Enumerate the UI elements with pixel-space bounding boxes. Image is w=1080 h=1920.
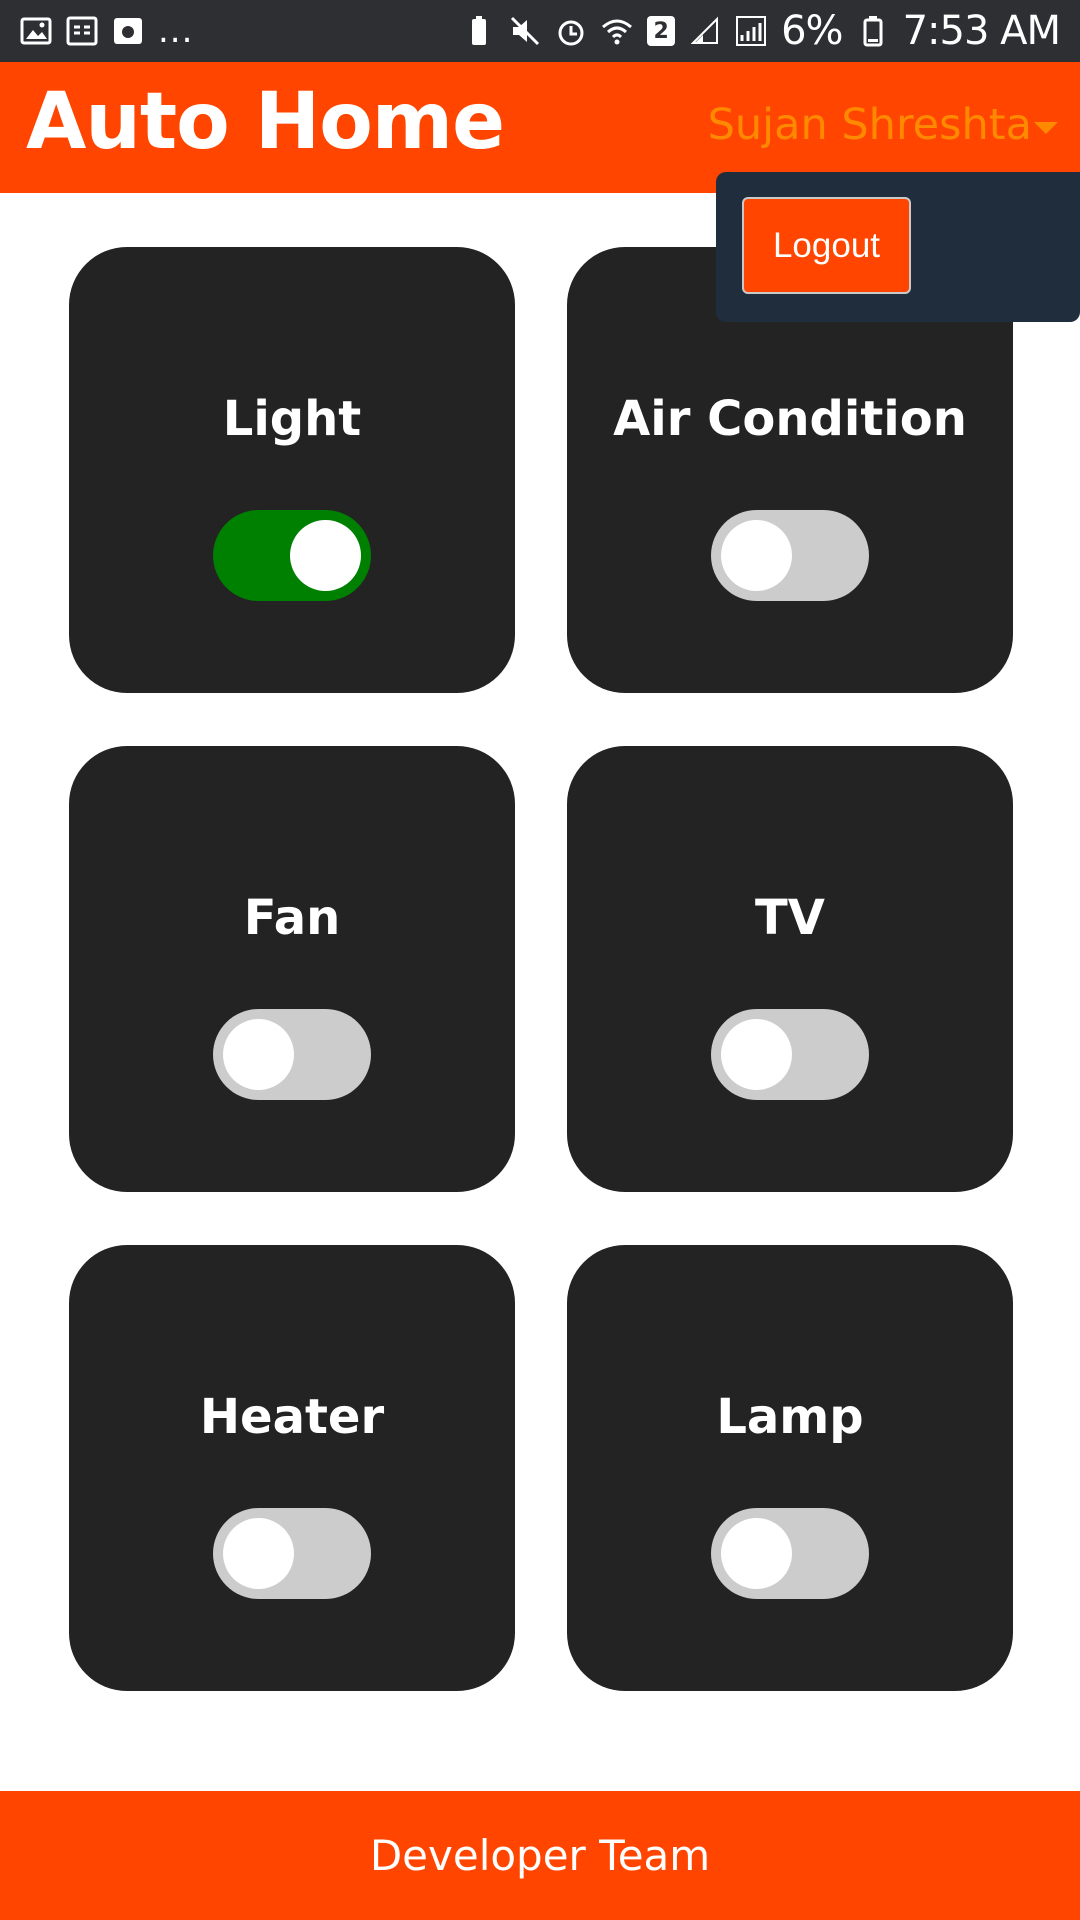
wifi-icon [602, 19, 633, 45]
user-menu-toggle[interactable]: Sujan Shreshta [708, 100, 1058, 150]
app-title: Auto Home [26, 77, 505, 167]
app-icon [114, 18, 142, 44]
device-card-lamp: Lamp [567, 1245, 1013, 1691]
device-toggle[interactable] [711, 510, 869, 601]
battery-icon [863, 16, 883, 47]
toggle-knob [223, 1019, 294, 1090]
device-name: Fan [243, 890, 341, 946]
device-grid: Light Air Condition Fan TV Heater Lamp [69, 247, 1015, 1691]
device-name: Heater [199, 1389, 385, 1445]
device-card-heater: Heater [69, 1245, 515, 1691]
user-name: Sujan Shreshta [707, 100, 1032, 150]
system-tray: 2 6% 7:53 AM [463, 8, 1061, 54]
toggle-knob [721, 1019, 792, 1090]
signal-icon [736, 16, 767, 46]
device-toggle[interactable] [213, 510, 371, 601]
battery-percent: 6% [781, 8, 843, 54]
toggle-knob [290, 520, 361, 591]
image-icon [20, 17, 52, 45]
clock: 7:53 AM [902, 8, 1061, 54]
calendar-icon [66, 16, 98, 46]
device-toggle[interactable] [213, 1009, 371, 1100]
mute-icon [511, 16, 540, 46]
sim-badge: 2 [647, 16, 676, 46]
device-toggle[interactable] [711, 1508, 869, 1599]
toggle-knob [721, 1518, 792, 1589]
device-name: TV [755, 890, 825, 946]
device-name: Lamp [716, 1389, 864, 1445]
device-name: Air Condition [613, 391, 967, 447]
device-card-tv: TV [567, 746, 1013, 1192]
signal-icon [690, 16, 719, 44]
device-toggle[interactable] [711, 1009, 869, 1100]
logout-button[interactable]: Logout [742, 197, 911, 294]
device-name: Light [222, 391, 362, 447]
alarm-icon [558, 20, 584, 46]
app-footer: Developer Team [0, 1791, 1080, 1920]
caret-down-icon [1034, 122, 1058, 134]
user-dropdown-menu: Logout [716, 172, 1080, 322]
status-bar: ... 2 6% 7:53 AM [0, 0, 1080, 62]
battery-saver-icon [472, 16, 487, 45]
notification-area: ... [20, 14, 193, 48]
device-toggle[interactable] [213, 1508, 371, 1599]
toggle-knob [721, 520, 792, 591]
device-card-light: Light [69, 247, 515, 693]
device-card-fan: Fan [69, 746, 515, 1192]
footer-text: Developer Team [369, 1831, 711, 1880]
notification-overflow: ... [158, 11, 194, 51]
toggle-knob [223, 1518, 294, 1589]
